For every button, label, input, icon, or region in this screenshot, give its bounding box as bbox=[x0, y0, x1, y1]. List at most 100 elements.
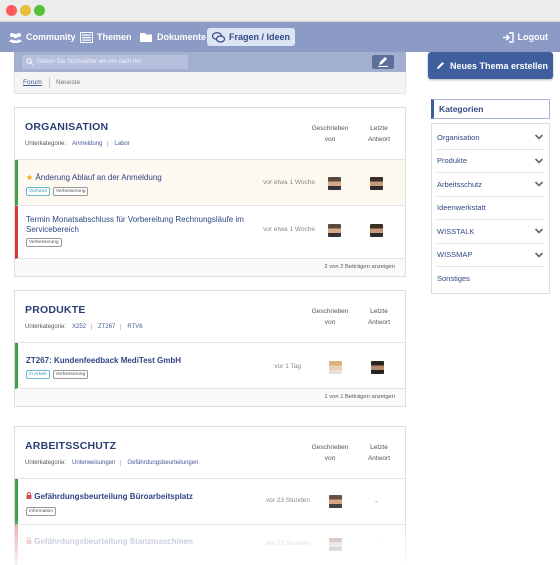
subcategory-link[interactable]: RTV6 bbox=[127, 324, 147, 330]
chevron-down-icon[interactable] bbox=[534, 157, 544, 165]
type-badge: Information bbox=[26, 507, 56, 516]
type-badge: Verbesserung bbox=[52, 187, 89, 196]
category-item-produkte[interactable]: Produkte bbox=[437, 150, 544, 173]
category-label: Arbeitsschutz bbox=[437, 179, 483, 189]
edit-button[interactable] bbox=[372, 55, 394, 69]
type-badge: Verbesserung bbox=[26, 238, 62, 247]
avatar[interactable] bbox=[328, 224, 341, 237]
topic-row[interactable]: ★ Änderung Ablauf an der Anmeldung Vorha… bbox=[15, 160, 405, 206]
dokumente-icon bbox=[140, 32, 152, 42]
topic-tags: In Arbeit Verbesserung bbox=[26, 370, 89, 379]
category-list: Organisation Produkte Arbeitsschutz Idee… bbox=[431, 123, 550, 294]
nav-dokumente[interactable]: Dokumente bbox=[140, 28, 206, 46]
category-item-wisstalk[interactable]: WISSTALK bbox=[437, 220, 544, 244]
category-item-ideenwerkstatt[interactable]: Ideenwerkstatt bbox=[437, 197, 544, 220]
section-header: ARBEITSSCHUTZ Unterkategorie: Unterweisu… bbox=[15, 427, 405, 479]
chevron-down-icon[interactable] bbox=[534, 133, 544, 141]
category-sidebar: Kategorien Organisation Produkte Arbeits… bbox=[431, 99, 550, 294]
nav-fragen-ideen[interactable]: Fragen / Ideen bbox=[207, 28, 296, 46]
topic-row[interactable]: Termin Monatsabschluss für Vorbereitung … bbox=[15, 206, 405, 259]
topic-time: vor etwa 1 Woche bbox=[263, 226, 315, 233]
search-icon bbox=[26, 58, 33, 65]
pencil-icon bbox=[378, 57, 388, 67]
nav-dokumente-label: Dokumente bbox=[157, 32, 207, 42]
topic-time: vor 1 Tag bbox=[274, 363, 301, 370]
nav-themen-label: Themen bbox=[97, 32, 132, 42]
avatar[interactable] bbox=[370, 177, 383, 190]
view-tabs: Forum Neueste bbox=[14, 72, 406, 94]
category-label: Ideenwerkstatt bbox=[437, 203, 486, 213]
avatar[interactable] bbox=[329, 495, 342, 508]
topic-title[interactable]: Gefährdungsbeurteilung Stanzmaschinen bbox=[26, 537, 193, 547]
show-count-link[interactable]: 1 von 1 Beiträgen anzeigen bbox=[324, 394, 395, 400]
topic-title[interactable]: ★ Änderung Ablauf an der Anmeldung bbox=[26, 173, 162, 183]
nav-community[interactable]: Community bbox=[9, 28, 76, 46]
avatar[interactable] bbox=[329, 538, 342, 551]
top-navigation: Community Themen Dokumente Fragen / Idee… bbox=[0, 22, 560, 52]
tab-neueste[interactable]: Neueste bbox=[56, 79, 80, 86]
subcategory-list: Unterkategorie: Unterweisungen Gefährdun… bbox=[25, 460, 203, 466]
column-last-reply: Letzte Antwort bbox=[367, 444, 391, 462]
section-header: PRODUKTE Unterkategorie: X252 ZT267 RTV6… bbox=[15, 291, 405, 343]
subcategory-link[interactable]: Unterweisungen bbox=[72, 460, 122, 466]
topic-tags: Information bbox=[26, 507, 56, 516]
subcategory-link[interactable]: ZT267 bbox=[98, 324, 122, 330]
section-organisation: ORGANISATION Unterkategorie: Anmeldung L… bbox=[14, 107, 406, 277]
section-footer: 2 von 2 Beiträgen anzeigen bbox=[15, 259, 405, 276]
last-reply-empty: - bbox=[375, 539, 378, 548]
status-badge: Vorhand bbox=[26, 187, 50, 196]
section-produkte: PRODUKTE Unterkategorie: X252 ZT267 RTV6… bbox=[14, 290, 406, 407]
subcategory-link[interactable]: Labor bbox=[114, 141, 134, 147]
subcategory-label: Unterkategorie: bbox=[25, 141, 67, 147]
subcategory-link[interactable]: Anmeldung bbox=[72, 141, 109, 147]
section-title[interactable]: ORGANISATION bbox=[25, 121, 108, 133]
topic-row[interactable]: ZT267: Kundenfeedback MediTest GmbH In A… bbox=[15, 343, 405, 389]
topic-title[interactable]: Gefährdungsbeurteilung Büroarbeitsplatz bbox=[26, 492, 193, 502]
avatar[interactable] bbox=[371, 361, 384, 374]
section-arbeitsschutz: ARBEITSSCHUTZ Unterkategorie: Unterweisu… bbox=[14, 426, 406, 565]
column-written-by: Geschrieben von bbox=[311, 444, 349, 462]
chevron-down-icon[interactable] bbox=[534, 227, 544, 235]
category-label: Organisation bbox=[437, 132, 480, 142]
new-topic-label: Neues Thema erstellen bbox=[450, 60, 549, 71]
section-title[interactable]: PRODUKTE bbox=[25, 304, 86, 316]
topic-time: vor etwa 1 Woche bbox=[263, 179, 315, 186]
star-icon: ★ bbox=[26, 173, 34, 182]
nav-themen[interactable]: Themen bbox=[80, 28, 132, 46]
section-header: ORGANISATION Unterkategorie: Anmeldung L… bbox=[15, 108, 405, 160]
category-item-sonstiges[interactable]: Sonstiges bbox=[437, 267, 544, 291]
last-reply-empty: - bbox=[375, 497, 378, 506]
lock-icon bbox=[26, 492, 32, 499]
avatar[interactable] bbox=[328, 177, 341, 190]
minimize-window-button[interactable] bbox=[20, 5, 31, 16]
subcategory-link[interactable]: X252 bbox=[72, 324, 93, 330]
fragen-icon bbox=[212, 31, 225, 43]
topic-title[interactable]: ZT267: Kundenfeedback MediTest GmbH bbox=[26, 356, 181, 366]
show-count-link[interactable]: 2 von 2 Beiträgen anzeigen bbox=[324, 264, 395, 270]
category-item-arbeitsschutz[interactable]: Arbeitsschutz bbox=[437, 173, 544, 197]
close-window-button[interactable] bbox=[6, 5, 17, 16]
topic-row[interactable]: Gefährdungsbeurteilung Büroarbeitsplatz … bbox=[15, 479, 405, 525]
subcategory-list: Unterkategorie: X252 ZT267 RTV6 bbox=[25, 324, 148, 330]
category-item-organisation[interactable]: Organisation bbox=[437, 126, 544, 150]
topic-title[interactable]: Termin Monatsabschluss für Vorbereitung … bbox=[26, 215, 256, 235]
logout-button[interactable]: Logout bbox=[502, 28, 548, 46]
section-title[interactable]: ARBEITSSCHUTZ bbox=[25, 440, 116, 452]
avatar[interactable] bbox=[370, 224, 383, 237]
chevron-down-icon[interactable] bbox=[534, 180, 544, 188]
search-placeholder: Geben Sie Stichwörter ein um nach ihn bbox=[37, 59, 142, 65]
search-input[interactable]: Geben Sie Stichwörter ein um nach ihn bbox=[22, 55, 188, 69]
avatar[interactable] bbox=[329, 361, 342, 374]
topic-row[interactable]: Gefährdungsbeurteilung Stanzmaschinen vo… bbox=[15, 525, 405, 565]
category-label: Produkte bbox=[437, 156, 468, 166]
subcategory-link[interactable]: Gefährdungsbeurteilungen bbox=[127, 460, 203, 466]
search-bar: Geben Sie Stichwörter ein um nach ihn bbox=[14, 52, 406, 72]
logout-icon bbox=[502, 31, 514, 43]
tab-forum[interactable]: Forum bbox=[23, 79, 42, 86]
category-item-wissmap[interactable]: WISSMAP bbox=[437, 244, 544, 267]
topic-time: vor 23 Stunden bbox=[265, 540, 310, 547]
maximize-window-button[interactable] bbox=[34, 5, 45, 16]
new-topic-button[interactable]: Neues Thema erstellen bbox=[428, 52, 553, 79]
nav-community-label: Community bbox=[26, 32, 76, 42]
chevron-down-icon[interactable] bbox=[534, 251, 544, 259]
